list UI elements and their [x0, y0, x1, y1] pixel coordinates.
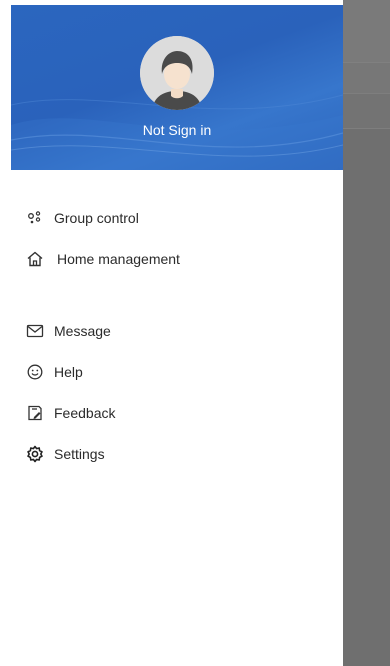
navigation-drawer: Not Sign in Group control Home managemen…: [0, 0, 343, 666]
default-user-avatar-icon: [140, 36, 214, 110]
group-control-icon: [26, 209, 44, 227]
smiley-icon: [26, 363, 44, 381]
menu-item-label: Feedback: [54, 405, 116, 421]
background-row: [343, 62, 390, 93]
menu-item-label: Home management: [57, 251, 180, 267]
menu-item-label: Group control: [54, 210, 139, 226]
feedback-icon: [26, 404, 44, 422]
user-name[interactable]: Not Sign in: [11, 122, 343, 138]
menu-item-feedback[interactable]: Feedback: [0, 393, 343, 433]
home-icon: [26, 250, 44, 268]
envelope-icon: [26, 322, 44, 340]
screen: +: [0, 0, 390, 666]
gear-icon: [26, 445, 44, 463]
avatar[interactable]: [140, 36, 214, 110]
background-toolbar: +: [343, 0, 390, 62]
menu-item-settings[interactable]: Settings: [0, 434, 343, 474]
menu-item-message[interactable]: Message: [0, 311, 343, 351]
menu-item-group-control[interactable]: Group control: [0, 198, 343, 238]
menu-item-label: Message: [54, 323, 111, 339]
menu-item-help[interactable]: Help: [0, 352, 343, 392]
menu-item-label: Settings: [54, 446, 105, 462]
menu-item-label: Help: [54, 364, 83, 380]
menu-item-home-management[interactable]: Home management: [0, 239, 343, 279]
background-row: [343, 93, 390, 129]
drawer-header: Not Sign in: [11, 5, 343, 170]
